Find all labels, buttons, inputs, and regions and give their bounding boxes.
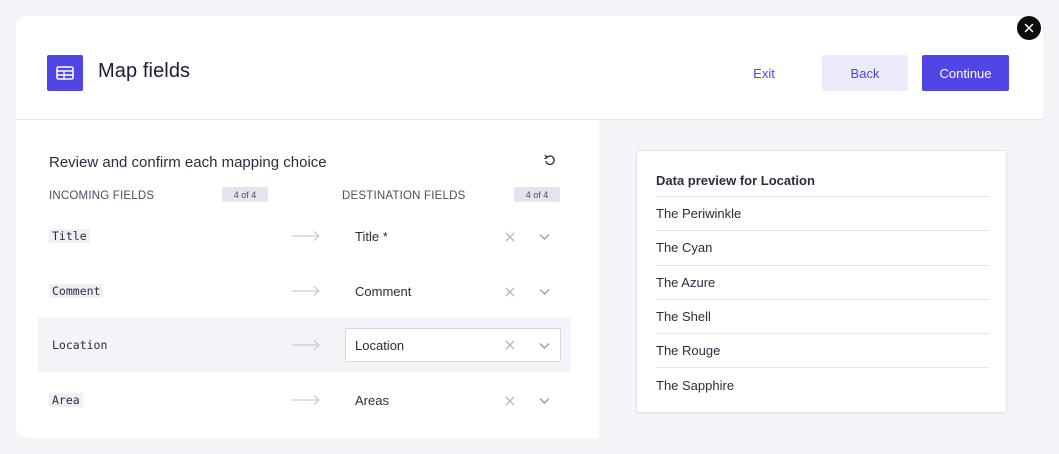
list-item: The Cyan [656, 230, 989, 264]
destination-select[interactable]: Location [345, 328, 561, 362]
incoming-field: Location [52, 338, 108, 352]
destination-count-badge: 4 of 4 [514, 187, 560, 202]
exit-button[interactable]: Exit [734, 55, 794, 91]
x-icon[interactable] [504, 339, 516, 351]
continue-button[interactable]: Continue [922, 55, 1009, 91]
incoming-count-badge: 4 of 4 [222, 187, 268, 202]
data-preview-card: Data preview for Location The Periwinkle… [636, 150, 1007, 413]
x-icon[interactable] [504, 286, 516, 298]
arrow-right-icon [292, 286, 320, 296]
list-item: The Periwinkle [656, 196, 989, 230]
list-item: The Azure [656, 264, 989, 299]
chevron-down-icon[interactable] [538, 230, 551, 243]
destination-value: Location [355, 337, 405, 353]
incoming-fields-label: INCOMING FIELDS [49, 190, 155, 202]
destination-select[interactable]: Areas [345, 383, 561, 417]
x-icon[interactable] [504, 395, 516, 407]
destination-value: Areas [355, 392, 389, 408]
preview-title: Data preview for Location [656, 173, 815, 188]
incoming-field: Title [49, 229, 90, 243]
chevron-down-icon[interactable] [538, 285, 551, 298]
close-icon [1024, 23, 1034, 33]
destination-select[interactable]: Title * [345, 219, 561, 253]
chevron-down-icon[interactable] [538, 394, 551, 407]
mapping-row[interactable]: Title Title * [38, 209, 571, 263]
x-icon[interactable] [504, 231, 516, 243]
destination-value: Comment [355, 283, 412, 299]
mapping-row-selected[interactable]: Location Location [38, 318, 571, 372]
map-fields-modal: Map fields Exit Back Continue Review and… [16, 16, 1043, 438]
list-item: The Rouge [656, 333, 989, 367]
list-item: The Sapphire [656, 367, 989, 401]
back-button[interactable]: Back [822, 55, 908, 91]
preview-pane: Data preview for Location The Periwinkle… [599, 120, 1043, 438]
undo-icon[interactable] [543, 153, 557, 167]
incoming-field: Comment [49, 284, 104, 298]
destination-fields-label: DESTINATION FIELDS [342, 190, 466, 202]
mapping-row[interactable]: Comment Comment [38, 263, 571, 317]
mapping-pane: Review and confirm each mapping choice I… [16, 120, 599, 438]
destination-value: Title * [355, 228, 388, 244]
arrow-right-icon [292, 231, 320, 241]
list-item: The Shell [656, 298, 989, 333]
arrow-right-icon [292, 395, 320, 405]
mapping-row[interactable]: Area Areas [38, 372, 571, 426]
arrow-right-icon [292, 340, 320, 350]
modal-header: Map fields Exit Back Continue [16, 16, 1043, 120]
close-modal-button[interactable] [1017, 16, 1041, 40]
mapping-heading: Review and confirm each mapping choice [49, 154, 327, 171]
page-title: Map fields [98, 60, 191, 82]
chevron-down-icon[interactable] [538, 339, 551, 352]
table-icon [47, 55, 83, 91]
destination-select[interactable]: Comment [345, 274, 561, 308]
preview-list: The Periwinkle The Cyan The Azure The Sh… [656, 196, 989, 402]
incoming-field: Area [49, 393, 83, 407]
